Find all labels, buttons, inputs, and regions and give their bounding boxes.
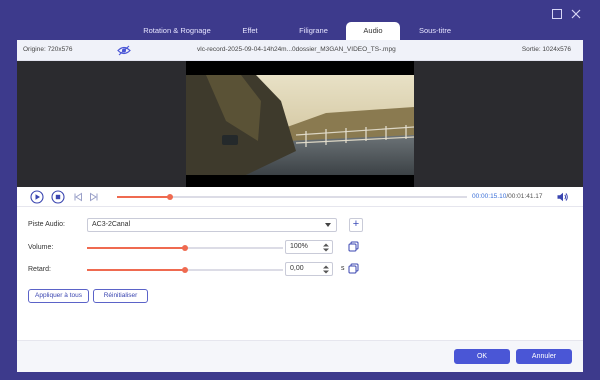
copy-apply-icon[interactable]: [348, 263, 359, 274]
playback-controls: 00:00:15.10/00:01:41.17: [17, 187, 583, 207]
skip-back-icon[interactable]: [71, 190, 85, 204]
tab-bar: Rotation & Rognage Effet Filigrane Audio…: [135, 22, 470, 40]
apply-to-all-button[interactable]: Appliquer à tous: [28, 289, 89, 303]
video-still-image: [186, 61, 414, 187]
plus-icon: +: [352, 218, 360, 230]
audio-panel: Origine: 720x576 vlc-record-2025-09-04-1…: [17, 40, 583, 372]
playback-progress-fill: [117, 196, 170, 198]
delay-unit: s: [341, 265, 345, 272]
tab-audio[interactable]: Audio: [346, 22, 400, 40]
volume-input[interactable]: 100%: [285, 240, 333, 254]
file-info-bar: Origine: 720x576 vlc-record-2025-09-04-1…: [17, 40, 583, 61]
delay-slider[interactable]: [87, 267, 283, 273]
playback-progress-track[interactable]: [117, 194, 467, 200]
chevron-down-icon: [325, 223, 331, 227]
delay-slider-handle[interactable]: [182, 267, 188, 273]
playback-progress-handle[interactable]: [167, 194, 173, 200]
volume-slider-fill: [87, 247, 185, 249]
origin-resolution: Origine: 720x576: [23, 46, 73, 53]
video-frame: [186, 61, 414, 187]
stepper-icon[interactable]: [323, 243, 329, 252]
audio-track-value: AC3-2Canal: [92, 221, 131, 228]
audio-track-select[interactable]: AC3-2Canal: [87, 218, 337, 232]
file-name: vlc-record-2025-09-04-14h24m...0dossier_…: [197, 46, 396, 53]
delay-value: 0,00: [290, 265, 304, 272]
stepper-icon[interactable]: [323, 265, 329, 274]
tab-effect[interactable]: Effet: [219, 22, 281, 40]
add-audio-track-button[interactable]: +: [349, 218, 363, 232]
tab-watermark[interactable]: Filigrane: [281, 22, 346, 40]
timecode: 00:00:15.10/00:01:41.17: [472, 193, 543, 200]
reset-button[interactable]: Réinitialiser: [93, 289, 148, 303]
close-icon[interactable]: [570, 8, 582, 20]
volume-value: 100%: [290, 243, 308, 250]
dialog-footer: OK Annuler: [17, 340, 583, 372]
audio-track-label: Piste Audio:: [28, 221, 65, 228]
delay-input[interactable]: 0,00: [285, 262, 333, 276]
cancel-button[interactable]: Annuler: [516, 349, 572, 364]
delay-slider-fill: [87, 269, 185, 271]
delay-label: Retard:: [28, 266, 51, 273]
skip-forward-icon[interactable]: [87, 190, 101, 204]
volume-label: Volume:: [28, 244, 54, 251]
ok-button[interactable]: OK: [454, 349, 510, 364]
current-time: 00:00:15.10: [472, 193, 507, 200]
minimize-icon[interactable]: [551, 8, 563, 20]
speaker-icon[interactable]: [555, 190, 569, 204]
tab-rotation-crop[interactable]: Rotation & Rognage: [135, 22, 219, 40]
copy-apply-icon[interactable]: [348, 241, 359, 252]
volume-slider[interactable]: [87, 245, 283, 251]
total-time: /00:01:41.17: [506, 193, 543, 200]
stop-icon[interactable]: [51, 190, 65, 204]
play-icon[interactable]: [30, 190, 44, 204]
volume-slider-handle[interactable]: [182, 245, 188, 251]
video-preview: [17, 61, 583, 187]
window-titlebar: Rotation & Rognage Effet Filigrane Audio…: [0, 0, 600, 40]
tab-subtitle[interactable]: Sous-titre: [400, 22, 470, 40]
output-resolution: Sortie: 1024x576: [521, 46, 571, 53]
eye-icon[interactable]: [117, 45, 131, 56]
